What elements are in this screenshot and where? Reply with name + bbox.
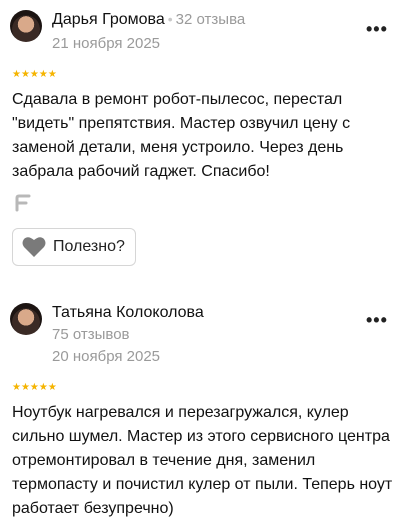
author-reviews-count: 75 отзывов (52, 326, 130, 343)
separator-dot: • (167, 11, 173, 27)
review-date: 20 ноября 2025 (52, 348, 161, 365)
review-card: Дарья Громова • 32 отзыва 21 ноября 2025 •… (0, 0, 409, 280)
author-name[interactable]: Дарья Громова (52, 11, 165, 28)
author-reviews-count: 32 отзыва (175, 11, 246, 28)
avatar[interactable] (10, 303, 42, 335)
more-icon[interactable]: ••• (366, 311, 388, 329)
rating-stars: ★★★★★ (12, 69, 57, 80)
author-name[interactable]: Татьяна Колоколова (52, 304, 204, 322)
f-badge-icon (15, 194, 31, 212)
useful-label: Полезно? (53, 238, 125, 255)
review-text: Сдавала в ремонт робот-пылесос, перестал… (12, 91, 351, 180)
useful-button[interactable]: Полезно? (12, 228, 136, 266)
heart-icon (22, 237, 46, 257)
more-icon[interactable]: ••• (366, 20, 388, 38)
avatar[interactable] (10, 10, 42, 42)
review-text: Ноутбук нагревался и перезагружался, кул… (12, 404, 393, 517)
rating-stars: ★★★★★ (12, 382, 57, 393)
review-date: 21 ноября 2025 (52, 35, 161, 52)
review-card: Татьяна Колоколова 75 отзывов 20 ноября … (0, 295, 409, 528)
